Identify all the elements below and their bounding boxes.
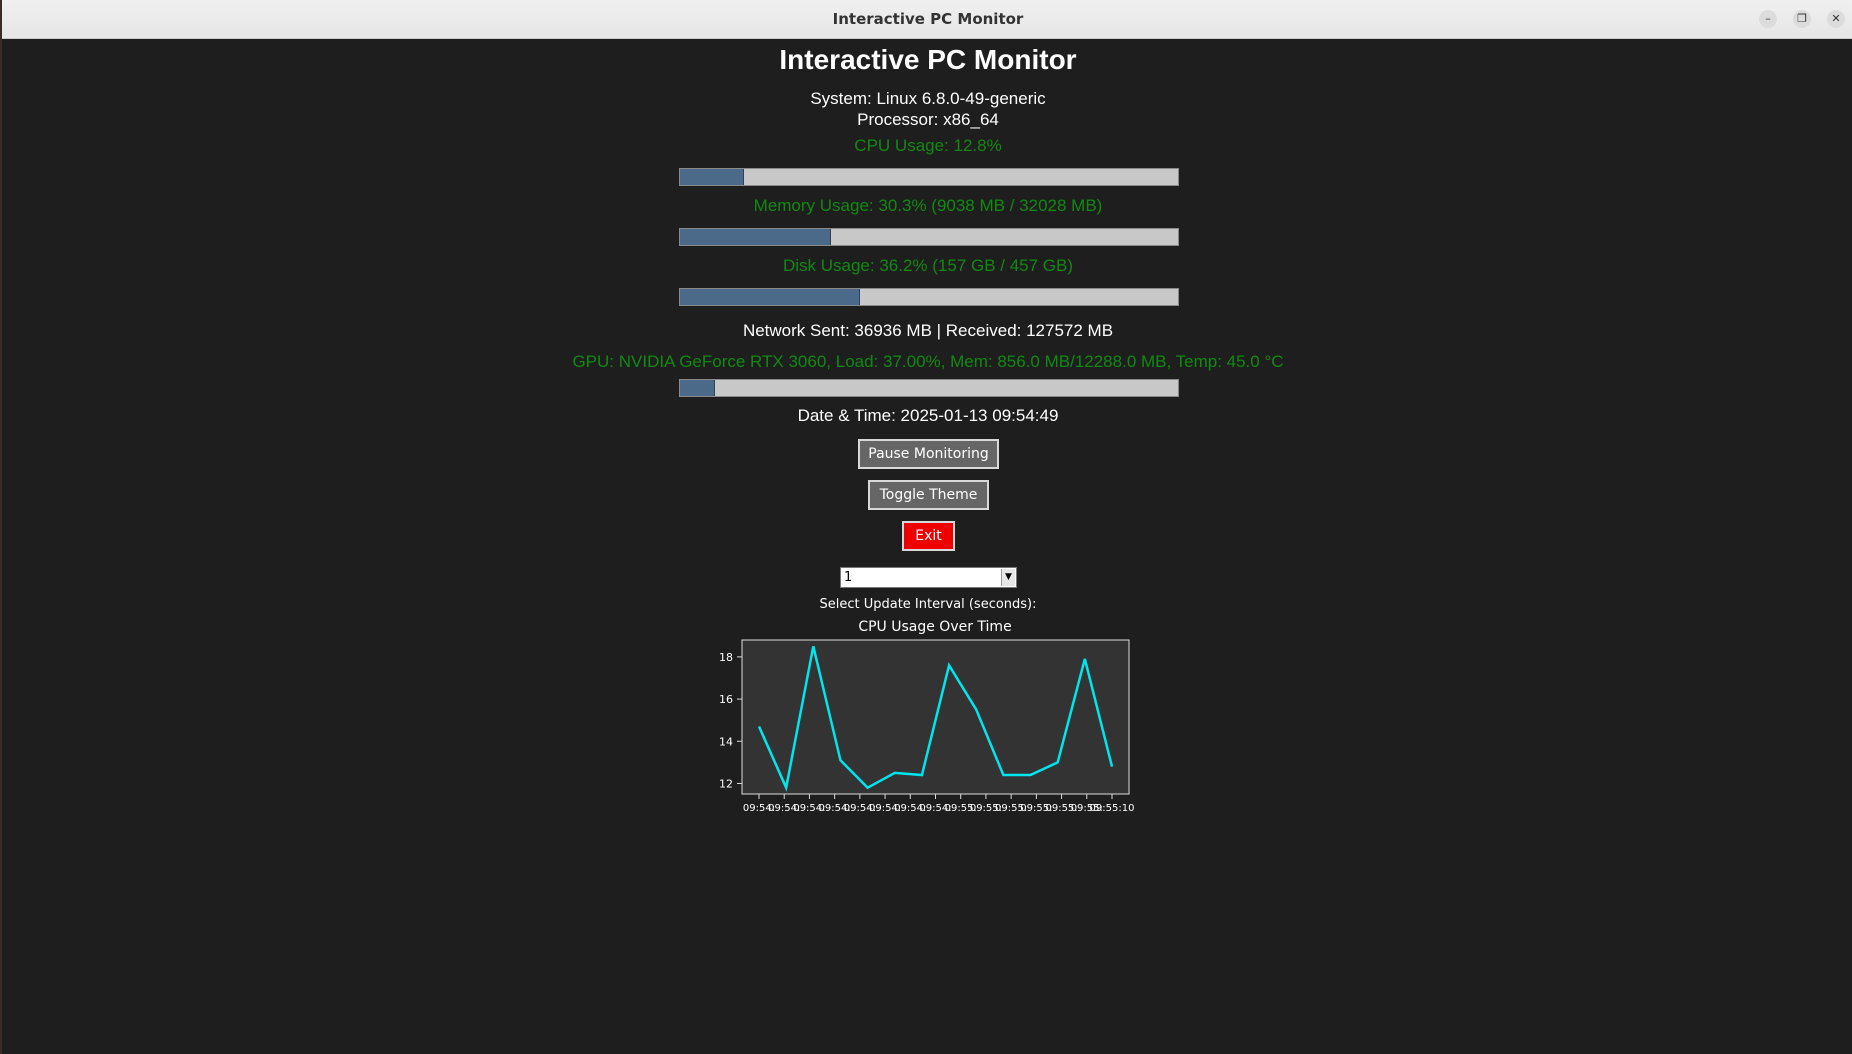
pause-monitoring-button[interactable]: Pause Monitoring <box>858 439 999 469</box>
page-title: Interactive PC Monitor <box>779 44 1077 75</box>
gpu-load-bar-fill <box>680 380 715 396</box>
y-tick-label: 16 <box>719 693 733 706</box>
update-interval-select[interactable]: 1 ▼ <box>840 567 1017 588</box>
gpu-load-bar <box>679 379 1179 397</box>
exit-button[interactable]: Exit <box>902 521 955 551</box>
memory-usage-bar <box>679 228 1179 246</box>
gpu-info-label: GPU: NVIDIA GeForce RTX 3060, Load: 37.0… <box>572 352 1284 371</box>
processor-info: Processor: x86_64 <box>857 110 999 129</box>
chart-title: CPU Usage Over Time <box>858 619 1011 635</box>
y-tick-label: 14 <box>719 735 733 748</box>
disk-usage-bar <box>679 288 1179 306</box>
disk-usage-bar-fill <box>680 289 861 305</box>
maximize-icon[interactable]: ❐ <box>1793 10 1811 28</box>
datetime-label: Date & Time: 2025-01-13 09:54:49 <box>797 406 1059 425</box>
y-tick-label: 18 <box>719 651 733 664</box>
memory-usage-bar-fill <box>680 229 831 245</box>
x-tick-label: 09:55:10 <box>1090 803 1135 814</box>
chevron-down-icon[interactable]: ▼ <box>1001 569 1015 586</box>
close-icon[interactable]: ✕ <box>1827 10 1845 28</box>
title-bar[interactable]: Interactive PC Monitor – ❐ ✕ <box>2 0 1852 39</box>
window-title: Interactive PC Monitor <box>832 10 1024 28</box>
network-info: Network Sent: 36936 MB | Received: 12757… <box>742 321 1114 340</box>
system-info: System: Linux 6.8.0-49-generic <box>810 89 1046 108</box>
minimize-icon[interactable]: – <box>1759 10 1777 28</box>
update-interval-label: Select Update Interval (seconds): <box>819 597 1037 612</box>
cpu-usage-label: CPU Usage: 12.8% <box>854 136 1002 155</box>
cpu-usage-bar-fill <box>680 169 744 185</box>
toggle-theme-button[interactable]: Toggle Theme <box>868 480 989 510</box>
app-window: Interactive PC Monitor – ❐ ✕ Interactive… <box>0 0 1852 1054</box>
memory-usage-label: Memory Usage: 30.3% (9038 MB / 32028 MB) <box>753 196 1103 215</box>
y-tick-label: 12 <box>719 777 733 790</box>
cpu-usage-bar <box>679 168 1179 186</box>
disk-usage-label: Disk Usage: 36.2% (157 GB / 457 GB) <box>782 256 1074 275</box>
update-interval-value: 1 <box>844 570 853 585</box>
cpu-usage-chart: CPU Usage Over Time 12141618 09:54:09:54… <box>719 619 1135 814</box>
